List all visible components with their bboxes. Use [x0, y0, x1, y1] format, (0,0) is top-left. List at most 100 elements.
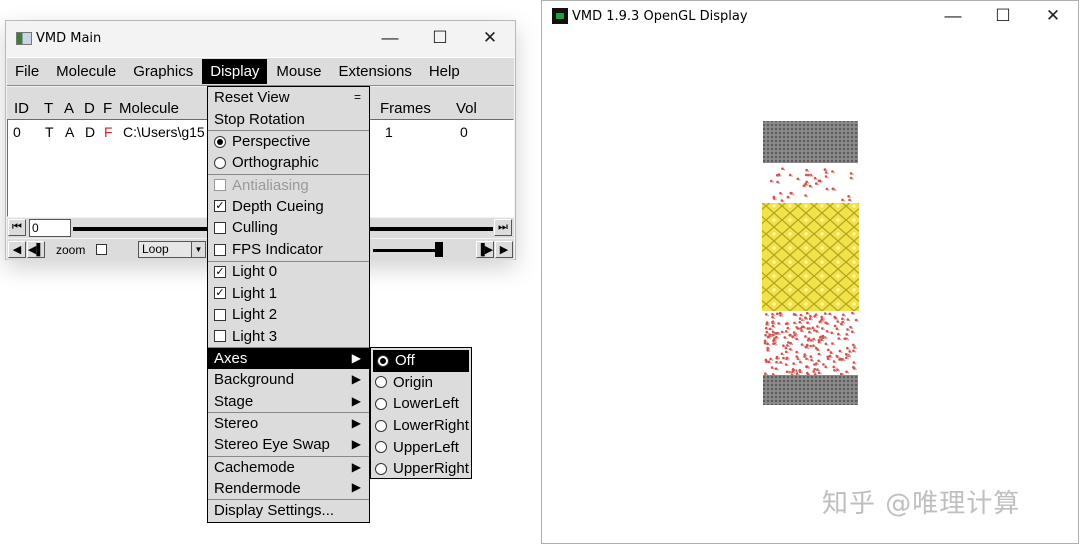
axes-origin-radio[interactable] [375, 376, 387, 389]
hydrogen-atom [827, 172, 829, 175]
speed-slider-handle[interactable] [435, 242, 443, 257]
col-f[interactable]: F [103, 100, 112, 117]
perspective-radio[interactable] [214, 135, 226, 148]
row-active-flag[interactable]: A [65, 124, 74, 140]
hydrogen-atom [809, 340, 811, 343]
reset-view-shortcut: = [353, 90, 361, 104]
menu-item-light-3[interactable]: Light 3 [208, 326, 369, 348]
step-forward-icon[interactable]: ▐▶ [476, 241, 494, 258]
axes-option-origin[interactable]: Origin [371, 372, 471, 394]
loop-mode-select[interactable]: Loop ▼ [138, 241, 206, 258]
menu-item-rendermode[interactable]: Rendermode ▶ [208, 477, 369, 499]
axes-option-upperright[interactable]: UpperRight [371, 458, 471, 480]
first-frame-icon[interactable]: ⏮ [8, 219, 26, 236]
hydrogen-atom [798, 359, 801, 361]
close-button[interactable]: ✕ [465, 21, 515, 55]
menu-item-background[interactable]: Background ▶ [208, 369, 369, 391]
menu-item-fps-indicator[interactable]: FPS Indicator [208, 239, 369, 261]
hydrogen-atom [801, 328, 804, 331]
light1-checkbox[interactable]: ✓ [214, 287, 226, 300]
hydrogen-atom [795, 332, 797, 335]
fps-indicator-checkbox[interactable] [214, 243, 226, 256]
hydrogen-atom [787, 352, 789, 354]
culling-checkbox[interactable] [214, 221, 226, 234]
col-t[interactable]: T [44, 100, 53, 117]
menu-mouse[interactable]: Mouse [268, 59, 329, 84]
minimize-button[interactable]: — [928, 1, 978, 31]
menu-item-reset-view[interactable]: Reset View = [208, 87, 369, 109]
col-vol[interactable]: Vol [456, 100, 477, 117]
gl-titlebar[interactable]: VMD 1.9.3 OpenGL Display — ☐ ✕ [542, 1, 1078, 31]
menu-item-culling[interactable]: Culling [208, 217, 369, 239]
hydrogen-atom [842, 359, 845, 362]
hydrogen-atom [857, 320, 859, 322]
col-frames[interactable]: Frames [380, 100, 431, 117]
close-button[interactable]: ✕ [1028, 1, 1078, 31]
hydrogen-atom [855, 368, 857, 371]
axes-upperright-radio[interactable] [375, 462, 387, 475]
axes-lowerright-radio[interactable] [375, 419, 387, 432]
maximize-button[interactable]: ☐ [978, 1, 1028, 31]
axes-option-lowerleft[interactable]: LowerLeft [371, 393, 471, 415]
hydrogen-atom [807, 170, 810, 173]
hydrogen-atom [852, 173, 854, 176]
menu-item-stereo[interactable]: Stereo ▶ [208, 412, 369, 434]
col-d[interactable]: D [84, 100, 95, 117]
culling-label: Culling [232, 219, 278, 237]
light2-checkbox[interactable] [214, 308, 226, 321]
maximize-button[interactable]: ☐ [415, 21, 465, 55]
menu-item-stop-rotation[interactable]: Stop Rotation [208, 109, 369, 131]
menu-item-stage[interactable]: Stage ▶ [208, 391, 369, 413]
menu-item-light-2[interactable]: Light 2 [208, 304, 369, 326]
hydrogen-atom [840, 351, 843, 353]
row-fixed-flag[interactable]: F [104, 124, 113, 140]
hydrogen-atom [835, 326, 838, 328]
hydrogen-atom [800, 318, 803, 321]
step-back-icon[interactable]: ◀▌ [27, 241, 45, 258]
menu-item-display-settings[interactable]: Display Settings... [208, 499, 369, 521]
col-molecule[interactable]: Molecule [119, 100, 179, 117]
minimize-button[interactable]: — [365, 21, 415, 55]
menu-item-light-0[interactable]: ✓ Light 0 [208, 260, 369, 283]
menu-item-light-1[interactable]: ✓ Light 1 [208, 282, 369, 304]
menu-item-axes[interactable]: Axes ▶ [208, 347, 369, 369]
menu-item-cachemode[interactable]: Cachemode ▶ [208, 455, 369, 478]
zoom-checkbox[interactable] [96, 244, 107, 255]
axes-option-lowerright[interactable]: LowerRight [371, 415, 471, 437]
axes-option-upperleft[interactable]: UpperLeft [371, 436, 471, 458]
last-frame-icon[interactable]: ⏭ [494, 219, 512, 236]
play-forward-icon[interactable]: ▶ [495, 241, 513, 258]
orthographic-label: Orthographic [232, 154, 319, 172]
menu-extensions[interactable]: Extensions [330, 59, 419, 84]
menu-item-stereo-eye-swap[interactable]: Stereo Eye Swap ▶ [208, 434, 369, 456]
row-drawn-flag[interactable]: D [85, 124, 95, 140]
menu-file[interactable]: File [7, 59, 47, 84]
hydrogen-atom [802, 344, 805, 347]
col-a[interactable]: A [64, 100, 74, 117]
molecule-viewport[interactable] [542, 31, 1078, 543]
menu-display[interactable]: Display [202, 59, 268, 84]
col-id[interactable]: ID [14, 100, 29, 117]
frame-input[interactable]: 0 [29, 219, 71, 237]
row-top-flag[interactable]: T [45, 124, 54, 140]
axes-off-radio[interactable] [377, 354, 389, 367]
hydrogen-atom [800, 370, 803, 373]
menu-graphics[interactable]: Graphics [125, 59, 201, 84]
light3-checkbox[interactable] [214, 330, 226, 343]
main-titlebar[interactable]: VMD Main — ☐ ✕ [6, 21, 515, 55]
play-reverse-icon[interactable]: ◀ [8, 241, 26, 258]
menu-item-orthographic[interactable]: Orthographic [208, 152, 369, 174]
light0-checkbox[interactable]: ✓ [214, 265, 226, 278]
menu-help[interactable]: Help [421, 59, 468, 84]
depth-cueing-checkbox[interactable]: ✓ [214, 200, 226, 213]
speed-slider[interactable] [373, 249, 441, 252]
menu-item-perspective[interactable]: Perspective [208, 130, 369, 152]
axes-lowerleft-radio[interactable] [375, 397, 387, 410]
orthographic-radio[interactable] [214, 156, 226, 169]
menu-item-depth-cueing[interactable]: ✓ Depth Cueing [208, 195, 369, 217]
axes-upperleft-radio[interactable] [375, 441, 387, 454]
hydrogen-atom [822, 320, 824, 323]
menu-molecule[interactable]: Molecule [48, 59, 124, 84]
light1-label: Light 1 [232, 284, 278, 302]
axes-option-off[interactable]: Off [373, 350, 469, 372]
